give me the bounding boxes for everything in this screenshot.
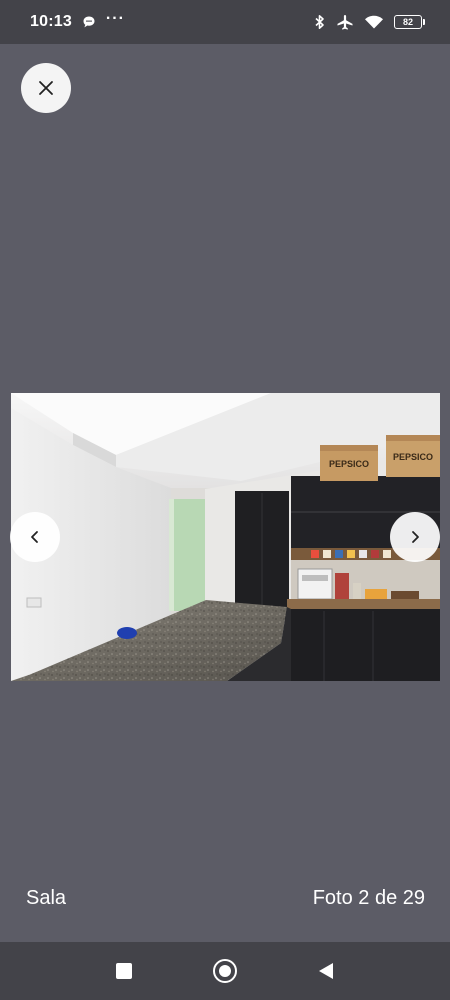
chat-bubble-icon	[82, 15, 96, 29]
photo-room-label: Sala	[26, 887, 67, 909]
status-right: 82	[314, 14, 425, 30]
home-icon[interactable]	[213, 959, 237, 983]
back-icon[interactable]	[318, 962, 334, 980]
box-label: PEPSICO	[329, 459, 369, 469]
airplane-mode-icon	[336, 14, 354, 30]
bluetooth-icon	[314, 14, 326, 30]
next-photo-button[interactable]	[390, 512, 440, 562]
status-time: 10:13	[30, 13, 72, 30]
overflow-dots: ···	[105, 10, 125, 27]
previous-photo-button[interactable]	[10, 512, 60, 562]
battery-level: 82	[402, 17, 413, 27]
recents-icon[interactable]	[116, 963, 132, 979]
box-label: PEPSICO	[393, 452, 433, 462]
wifi-icon	[364, 14, 384, 30]
system-navigation-bar	[0, 942, 450, 1000]
photo-counter: Foto 2 de 29	[312, 887, 425, 909]
close-icon	[39, 81, 53, 95]
status-left: 10:13 ···	[30, 10, 125, 31]
battery-icon: 82	[394, 15, 425, 29]
gallery-photo[interactable]: PEPSICO PEPSICO	[11, 393, 440, 681]
status-bar: 10:13 ··· 82	[0, 0, 450, 44]
close-button[interactable]	[21, 63, 71, 113]
chevron-right-icon	[412, 531, 419, 543]
chevron-left-icon	[31, 531, 38, 543]
